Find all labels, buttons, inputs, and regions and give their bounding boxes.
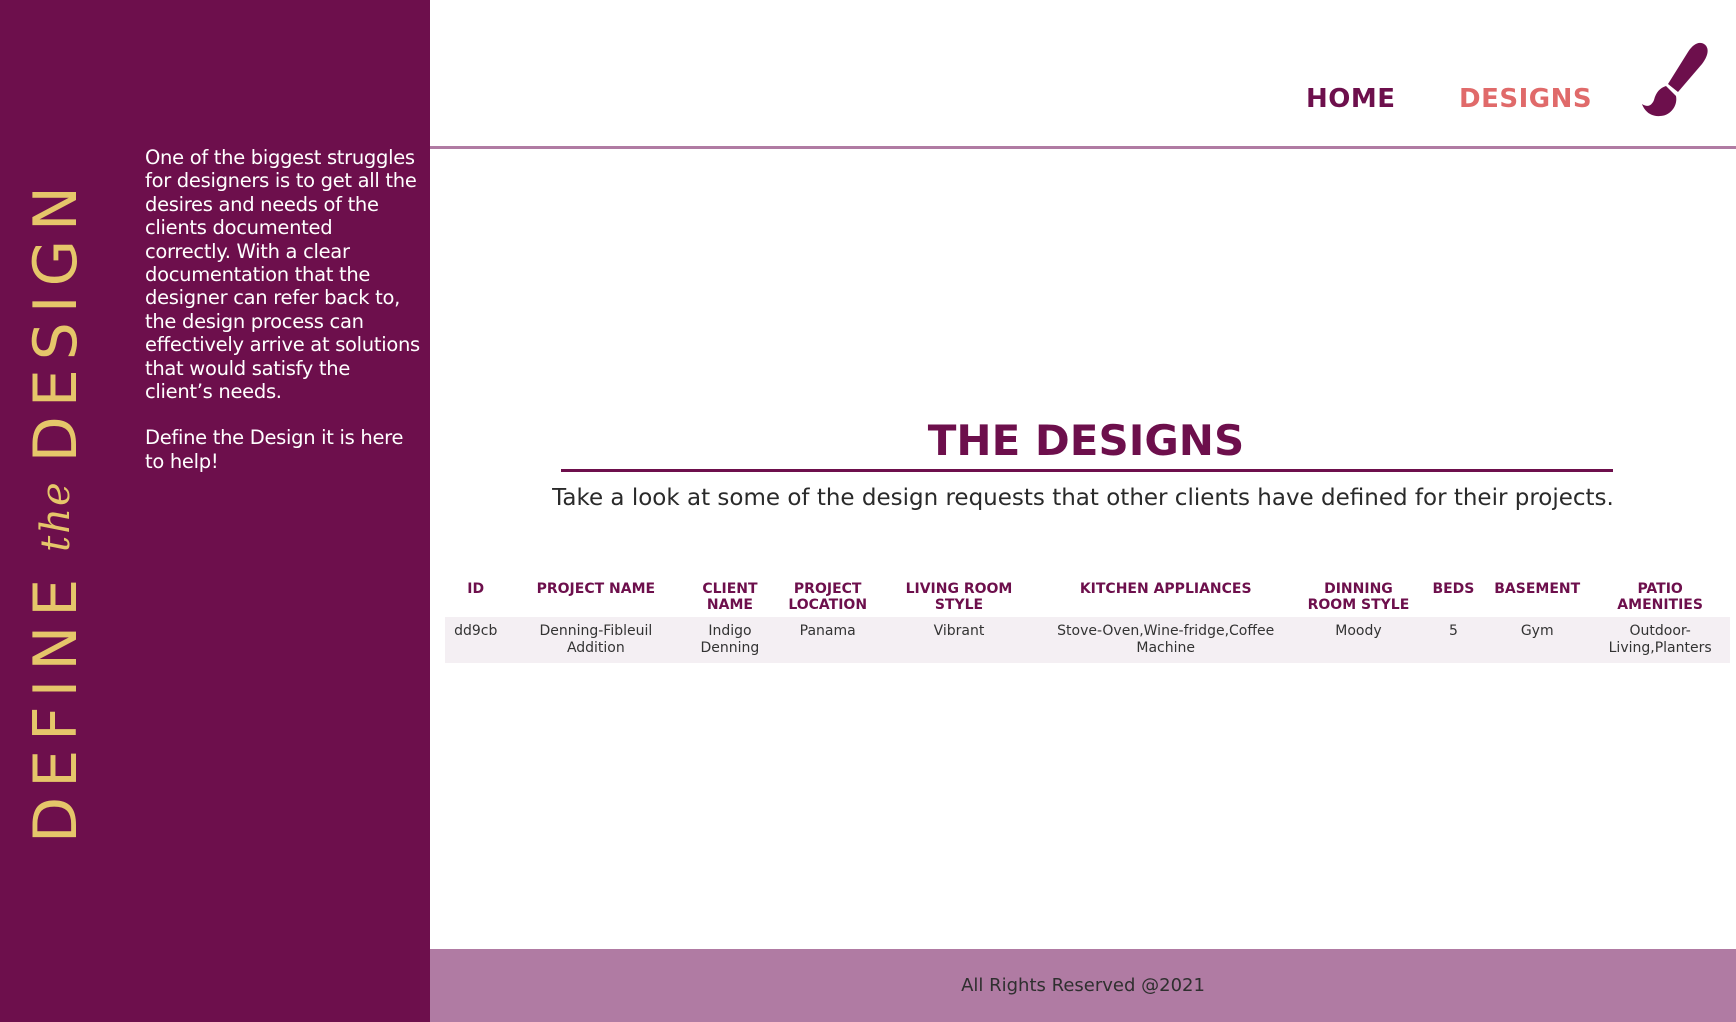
table-header-row: ID PROJECT NAME CLIENT NAME PROJECT LOCA… <box>445 575 1730 617</box>
top-nav-bar: HOME DESIGNS <box>430 0 1736 149</box>
intro-tagline: Define the Design it is here to help! <box>145 426 404 473</box>
footer: All Rights Reserved @2021 <box>430 949 1736 1022</box>
designs-table: ID PROJECT NAME CLIENT NAME PROJECT LOCA… <box>445 575 1730 663</box>
paintbrush-icon[interactable] <box>1626 40 1710 120</box>
brand-logo-vertical: DEFINE the DESIGN <box>21 175 91 845</box>
footer-copyright: All Rights Reserved @2021 <box>961 975 1205 996</box>
nav-link-home[interactable]: HOME <box>1306 84 1396 114</box>
header-living-room-style: LIVING ROOM STYLE <box>905 581 1013 613</box>
cell-kitchen-appliances: Stove-Oven,Wine-fridge,Coffee Machine <box>1037 617 1295 663</box>
title-underline <box>561 469 1613 472</box>
cell-client-name: Indigo Denning <box>685 617 775 663</box>
intro-text: One of the biggest struggles for designe… <box>145 146 423 473</box>
cell-dinning-room-style: Moody <box>1294 617 1423 663</box>
page-subtitle: Take a look at some of the design reques… <box>552 485 1614 511</box>
nav-link-designs[interactable]: DESIGNS <box>1459 84 1592 114</box>
page-title: THE DESIGNS <box>927 416 1245 465</box>
intro-paragraph: One of the biggest struggles for designe… <box>145 146 420 404</box>
cell-patio-amenities: Outdoor-Living,Planters <box>1590 617 1730 663</box>
header-beds: BEDS <box>1432 581 1475 597</box>
brand-word-the: the <box>33 480 79 552</box>
header-client-name: CLIENT NAME <box>702 581 758 613</box>
header-id: ID <box>467 581 485 597</box>
header-project-location: PROJECT LOCATION <box>788 581 868 613</box>
header-kitchen-appliances: KITCHEN APPLIANCES <box>1079 581 1252 597</box>
header-dinning-room-style: DINNING ROOM STYLE <box>1307 581 1410 613</box>
header-patio-amenities: PATIO AMENITIES <box>1617 581 1703 613</box>
brand-word-design: DESIGN <box>21 177 91 463</box>
header-project-name: PROJECT NAME <box>536 581 656 597</box>
cell-project-location: Panama <box>774 617 881 663</box>
brand-word-define: DEFINE <box>21 569 91 843</box>
cell-living-room-style: Vibrant <box>880 617 1038 663</box>
cell-beds: 5 <box>1422 617 1485 663</box>
cell-id: dd9cb <box>445 617 507 663</box>
header-basement: BASEMENT <box>1494 581 1581 597</box>
cell-basement: Gym <box>1484 617 1591 663</box>
sidebar: DEFINE the DESIGN One of the biggest str… <box>0 0 430 1022</box>
cell-project-name: Denning-Fibleuil Addition <box>506 617 686 663</box>
table-row[interactable]: dd9cb Denning-Fibleuil Addition Indigo D… <box>445 617 1730 663</box>
